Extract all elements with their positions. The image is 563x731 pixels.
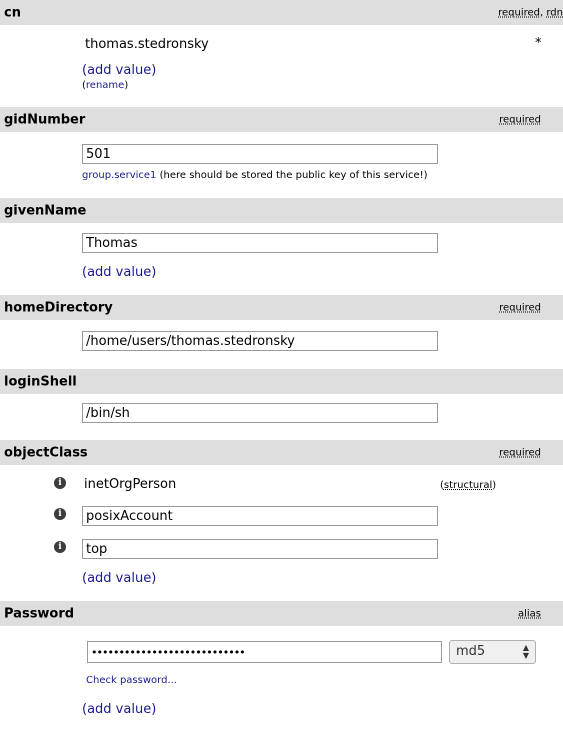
cn-rename: (rename) [82,80,128,91]
attr-header-cn: cn required, rdn [0,0,563,25]
attr-header-password: Password alias [0,601,563,626]
info-icon[interactable]: i [54,541,66,553]
group-note: (here should be stored the public key of… [159,170,428,181]
hash-type-value: md5 [456,644,486,659]
attr-header-gidnumber: gidNumber required [0,107,563,132]
paren-close: ) [151,265,157,280]
cn-add-value: (add value) [82,63,156,78]
loginshell-value-input[interactable] [82,403,438,423]
cn-rename-link[interactable]: rename [86,80,124,91]
objectclass-add-value: (add value) [82,571,156,586]
attr-name-loginshell: loginShell [4,374,77,389]
attr-header-loginshell: loginShell [0,369,563,394]
paren-close: ) [492,480,497,491]
homedirectory-value-input[interactable] [82,331,438,351]
attr-name-homedirectory: homeDirectory [4,300,113,315]
givenname-value-input[interactable] [82,233,438,253]
info-icon[interactable]: i [54,477,66,489]
attr-flags-cn: required, rdn [498,7,563,18]
attr-header-givenname: givenName [0,198,563,223]
required-flag: required [499,114,541,125]
givenname-add-value: (add value) [82,265,156,280]
objectclass-value-input[interactable] [82,506,438,526]
attr-flags-gidnumber: required [499,114,541,125]
attr-header-homedirectory: homeDirectory required [0,295,563,320]
attr-name-objectclass: objectClass [4,445,88,460]
group-link[interactable]: group.service1 [82,170,156,181]
required-flag: required [499,302,541,313]
paren-close: ) [151,702,157,717]
paren-close: ) [124,80,129,91]
flag-separator: , [540,7,544,18]
objectclass-value-inetorgperson: inetOrgPerson [84,477,177,492]
paren-close: ) [151,571,157,586]
structural-label: (structural) [440,480,496,491]
alias-flag: alias [517,608,541,619]
select-arrows-icon: ▲ ▼ [522,643,529,660]
hash-type-select[interactable]: md5 ▲ ▼ [449,640,536,664]
attr-flags-objectclass: required [499,447,541,458]
attr-name-cn: cn [4,5,21,20]
structural-flag: structural [443,480,493,491]
cn-value-input[interactable] [82,34,436,54]
required-flag: required [499,447,541,458]
attr-name-givenname: givenName [4,203,87,218]
attr-flags-homedirectory: required [499,302,541,313]
cn-add-value-link[interactable]: add value [87,63,151,78]
info-icon[interactable]: i [54,508,66,520]
rdn-marker: * [535,36,542,51]
password-input[interactable] [87,641,442,663]
required-flag: required [498,7,540,18]
rdn-flag: rdn [546,7,563,18]
attr-name-password: Password [4,606,75,621]
password-add-value-link[interactable]: add value [87,702,151,717]
gidnumber-group-info: group.service1 (here should be stored th… [82,170,428,181]
gidnumber-value-input[interactable] [82,144,438,164]
objectclass-add-value-link[interactable]: add value [87,571,151,586]
attr-name-gidnumber: gidNumber [4,112,86,127]
paren-close: ) [151,63,157,78]
objectclass-value-input[interactable] [82,539,438,559]
check-password-link[interactable]: Check password... [86,675,177,686]
attr-flags-password: alias [518,608,541,619]
givenname-add-value-link[interactable]: add value [87,265,151,280]
attr-header-objectclass: objectClass required [0,440,563,465]
password-add-value: (add value) [82,702,156,717]
